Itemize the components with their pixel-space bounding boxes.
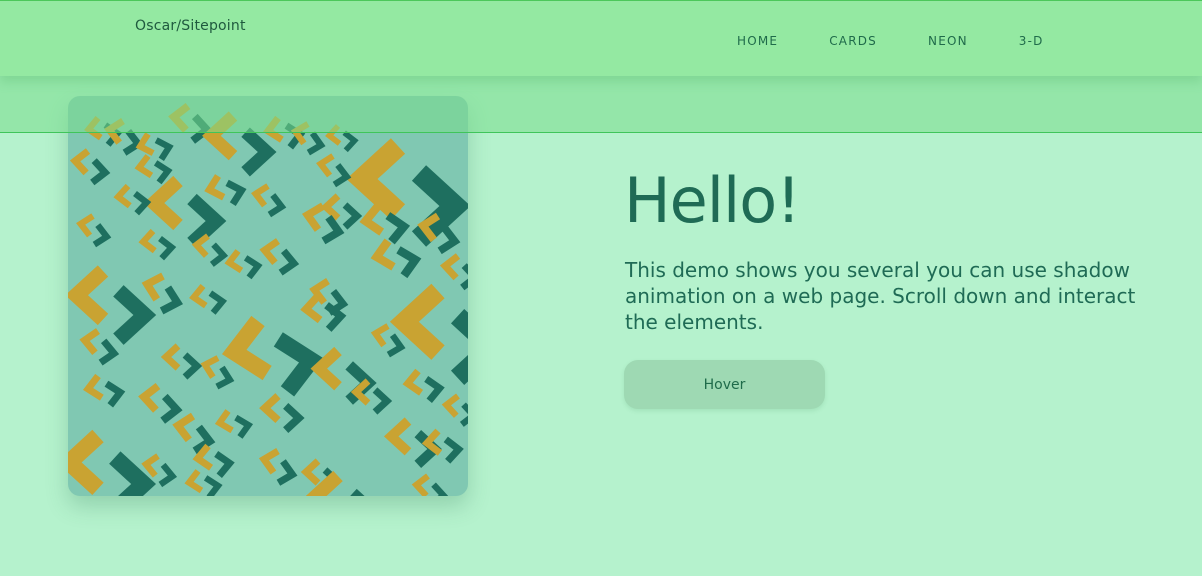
chevron-mark (82, 373, 126, 408)
hover-button[interactable]: Hover (624, 360, 825, 409)
chevron-mark (316, 153, 352, 188)
chevron-mark (68, 265, 157, 345)
nav-link-neon[interactable]: NEON (928, 34, 968, 48)
chevron-mark (402, 368, 445, 403)
chevron-mark (68, 429, 157, 496)
chevron-mark (441, 393, 468, 427)
chevron-pattern-card (68, 96, 468, 496)
chevron-mark (160, 343, 203, 380)
chevron-mark (224, 249, 263, 280)
chevron-mark (439, 253, 468, 291)
top-navbar: Oscar/Sitepoint HOME CARDS NEON 3-D (0, 0, 1202, 76)
chevron-mark (259, 238, 300, 276)
hero-description: This demo shows you several you can use … (625, 258, 1136, 334)
chevron-mark (389, 283, 468, 386)
chevron-mark (301, 202, 345, 245)
chevron-mark (204, 174, 247, 207)
chevron-mark (200, 355, 235, 390)
chevron-mark (191, 233, 229, 267)
chevron-mark (184, 469, 223, 496)
nav-link-3d[interactable]: 3-D (1019, 34, 1044, 48)
header-overlay-band (0, 76, 1202, 133)
chevron-mark (411, 473, 449, 496)
nav-link-cards[interactable]: CARDS (829, 34, 877, 48)
chevron-mark (214, 409, 254, 439)
chevron-mark (221, 315, 324, 397)
chevron-mark (258, 447, 298, 486)
main-nav: HOME CARDS NEON 3-D (737, 34, 1095, 48)
chevron-mark (189, 283, 228, 315)
chevron-mark (192, 443, 235, 478)
brand-link[interactable]: Oscar/Sitepoint (135, 18, 246, 34)
chevron-mark (69, 148, 111, 186)
chevron-mark (305, 470, 365, 496)
hero-title: Hello! (624, 164, 801, 237)
chevron-pattern-graphic (68, 102, 468, 496)
chevron-mark (79, 328, 120, 366)
chevron-mark (251, 183, 287, 218)
chevron-mark (76, 213, 112, 248)
chevron-mark (138, 228, 177, 261)
chevron-mark (113, 183, 152, 216)
chevron-mark (370, 238, 422, 279)
chevron-mark (259, 393, 305, 433)
chevron-mark (138, 382, 183, 424)
nav-link-home[interactable]: HOME (737, 34, 778, 48)
